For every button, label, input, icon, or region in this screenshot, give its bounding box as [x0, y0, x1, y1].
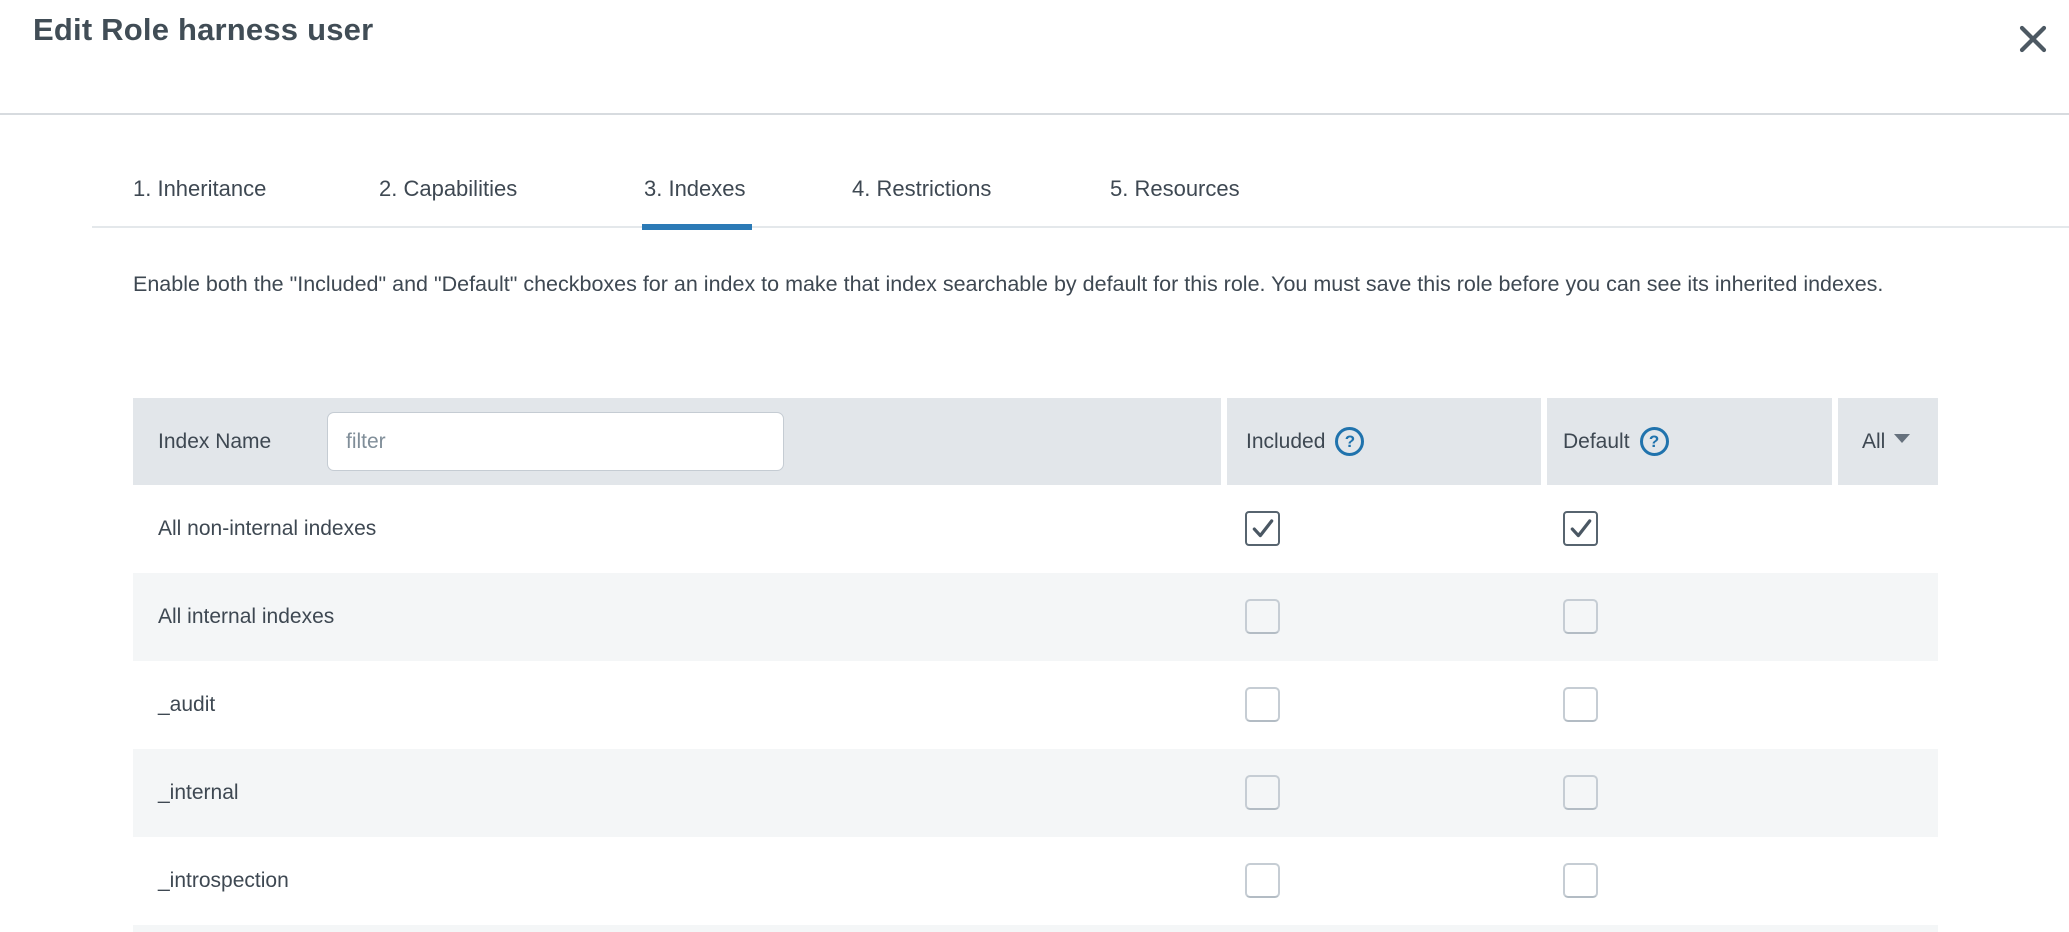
included-checkbox[interactable]	[1245, 687, 1280, 722]
index-name-cell: _audit	[158, 661, 215, 749]
close-button[interactable]	[2012, 18, 2054, 60]
included-header-label: Included	[1246, 430, 1325, 454]
wizard-tab-bar: 1. Inheritance 2. Capabilities 3. Indexe…	[92, 150, 2069, 228]
indexes-table-body: All non-internal indexes All internal in…	[133, 485, 1938, 932]
included-checkbox[interactable]	[1245, 511, 1280, 546]
default-header-label: Default	[1563, 430, 1630, 454]
tab-resources[interactable]: 5. Resources	[1110, 150, 1240, 228]
index-name-cell: All non-internal indexes	[158, 485, 376, 573]
tab-indexes[interactable]: 3. Indexes	[644, 150, 746, 228]
default-help-icon[interactable]: ?	[1640, 427, 1669, 456]
default-checkbox[interactable]	[1563, 775, 1598, 810]
table-row: _internal	[133, 749, 1938, 837]
index-name-cell: _internal	[158, 749, 239, 837]
checkmark-icon	[1250, 515, 1276, 541]
default-checkbox[interactable]	[1563, 511, 1598, 546]
table-row: All internal indexes	[133, 573, 1938, 661]
bulk-select-label: All	[1862, 430, 1885, 454]
table-row: _audit	[133, 661, 1938, 749]
column-header-index-name: Index Name	[133, 398, 1221, 485]
included-checkbox[interactable]	[1245, 599, 1280, 634]
index-name-cell: _introspection	[158, 837, 289, 925]
index-name-header-label: Index Name	[158, 430, 271, 454]
table-row: All non-internal indexes	[133, 485, 1938, 573]
table-row-partial	[133, 925, 1938, 932]
edit-role-modal: Edit Role harness user 1. Inheritance 2.…	[0, 0, 2069, 932]
column-header-included: Included ?	[1227, 398, 1541, 485]
close-icon	[2018, 24, 2048, 54]
caret-down-icon	[1894, 434, 1910, 443]
included-help-icon[interactable]: ?	[1335, 427, 1364, 456]
bulk-select-dropdown[interactable]: All	[1838, 398, 1938, 485]
table-row: _introspection	[133, 837, 1938, 925]
index-name-cell: All internal indexes	[158, 573, 334, 661]
default-checkbox[interactable]	[1563, 599, 1598, 634]
default-checkbox[interactable]	[1563, 687, 1598, 722]
tab-capabilities[interactable]: 2. Capabilities	[379, 150, 517, 228]
included-checkbox[interactable]	[1245, 775, 1280, 810]
tab-restrictions[interactable]: 4. Restrictions	[852, 150, 991, 228]
tab-inheritance[interactable]: 1. Inheritance	[133, 150, 266, 228]
title-divider	[0, 113, 2069, 115]
checkmark-icon	[1568, 515, 1594, 541]
indexes-table-header: Index Name Included ? Default ? All	[133, 398, 1938, 485]
included-checkbox[interactable]	[1245, 863, 1280, 898]
indexes-help-text: Enable both the "Included" and "Default"…	[133, 264, 1898, 304]
indexes-table: Index Name Included ? Default ? All All …	[133, 398, 1938, 932]
default-checkbox[interactable]	[1563, 863, 1598, 898]
index-filter-input[interactable]	[327, 412, 784, 471]
column-header-default: Default ?	[1547, 398, 1832, 485]
page-title: Edit Role harness user	[33, 12, 373, 48]
